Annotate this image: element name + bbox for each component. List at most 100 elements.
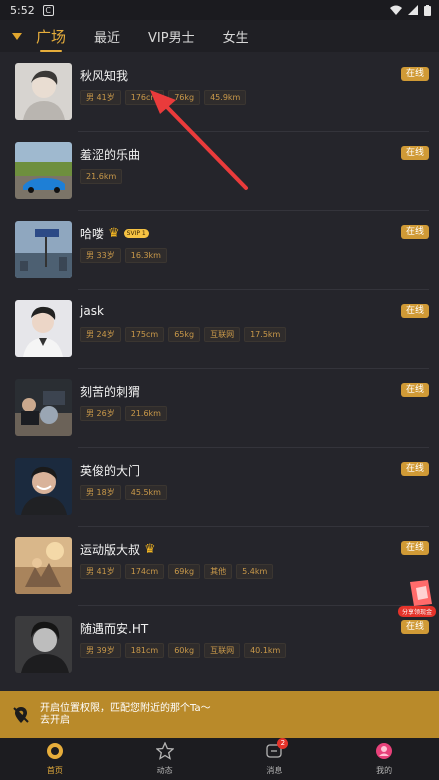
nav-messages[interactable]: 2 消息 [220, 738, 330, 780]
tag-age: 男 41岁 [80, 90, 121, 105]
user-name-row: 运动版大叔 ♛ [80, 541, 156, 558]
avatar[interactable] [15, 616, 72, 673]
location-permission-banner[interactable]: 开启位置权限，匹配您附近的那个Ta～ 去开启 [0, 691, 439, 738]
tag-age: 男 39岁 [80, 643, 121, 658]
user-tags: 21.6km [80, 169, 123, 184]
tag-weight: 76kg [168, 90, 201, 105]
user-row[interactable]: 哈喽 ♛ SVIP 1 男 33岁 16.3km 在线 [0, 210, 439, 289]
online-badge: 在线 [401, 462, 429, 476]
top-tab-bar: 广场 最近 VIP男士 女生 [0, 20, 439, 52]
tag-height: 174cm [124, 564, 165, 579]
tag-distance: 16.3km [124, 248, 167, 263]
tag-weight: 60kg [168, 643, 201, 658]
tag-height: 181cm [124, 643, 165, 658]
star-icon [155, 742, 174, 760]
tag-height: 175cm [124, 327, 165, 342]
user-name-row: 羞涩的乐曲 [80, 146, 140, 163]
tag-industry: 互联网 [204, 327, 241, 342]
user-name: 刻苦的刺猬 [80, 385, 141, 399]
vip-level-badge: SVIP 1 [123, 229, 149, 238]
tag-age: 男 26岁 [80, 406, 121, 421]
user-row[interactable]: 羞涩的乐曲 21.6km 在线 [0, 131, 439, 210]
tag-industry: 互联网 [204, 643, 241, 658]
user-row[interactable]: jask 男 24岁 175cm 65kg 互联网 17.5km 在线 [0, 289, 439, 368]
tag-height: 176cm [124, 90, 165, 105]
user-row[interactable]: 秋风知我 男 41岁 176cm 76kg 45.9km 在线 [0, 52, 439, 131]
tag-age: 男 33岁 [80, 248, 121, 263]
tag-weight: 69kg [168, 564, 201, 579]
user-name-row: 刻苦的刺猬 [80, 383, 140, 400]
tag-distance: 5.4km [236, 564, 274, 579]
signal-icon [408, 5, 418, 15]
location-banner-message: 开启位置权限，匹配您附近的那个Ta～ [40, 702, 211, 714]
location-enable-link[interactable]: 去开启 [40, 715, 211, 727]
user-name: 运动版大叔 [80, 543, 141, 557]
avatar[interactable] [15, 63, 72, 120]
tag-distance: 21.6km [80, 169, 123, 184]
tag-distance: 45.5km [124, 485, 167, 500]
tab-vip-men[interactable]: VIP男士 [148, 27, 195, 46]
status-bar: 5:52 C [0, 0, 439, 20]
user-tags: 男 33岁 16.3km [80, 248, 167, 263]
nav-profile-label: 我的 [376, 766, 393, 775]
online-badge: 在线 [401, 225, 429, 239]
avatar[interactable] [15, 221, 72, 278]
avatar[interactable] [15, 142, 72, 199]
tag-distance: 40.1km [244, 643, 287, 658]
tag-distance: 21.6km [124, 406, 167, 421]
dropdown-triangle-icon[interactable] [12, 32, 22, 40]
user-row[interactable]: 刻苦的刺猬 男 26岁 21.6km 在线 [0, 368, 439, 447]
share-cash-badge[interactable]: 分享领现金 [398, 578, 436, 618]
user-name: 羞涩的乐曲 [80, 148, 141, 162]
user-name: 哈喽 [80, 227, 105, 241]
tag-age: 男 41岁 [80, 564, 121, 579]
avatar[interactable] [15, 537, 72, 594]
online-badge: 在线 [401, 541, 429, 555]
user-name-row: 随遇而安.HT [80, 620, 148, 637]
user-name: jask [80, 304, 104, 318]
avatar[interactable] [15, 458, 72, 515]
status-time: 5:52 [10, 3, 35, 17]
wifi-icon [390, 5, 402, 15]
user-tags: 男 18岁 45.5km [80, 485, 167, 500]
crown-icon: ♛ [144, 542, 156, 557]
share-cash-label: 分享领现金 [402, 608, 432, 616]
user-row[interactable]: 运动版大叔 ♛ 男 41岁 174cm 69kg 其他 5.4km 在线 [0, 526, 439, 605]
home-icon [46, 743, 63, 759]
user-name: 秋风知我 [80, 69, 129, 83]
user-row[interactable]: 随遇而安.HT 男 39岁 181cm 60kg 互联网 40.1km 在线 [0, 605, 439, 684]
user-name-row: jask [80, 304, 104, 318]
user-row[interactable]: 英俊的大门 男 18岁 45.5km 在线 [0, 447, 439, 526]
tag-industry: 其他 [204, 564, 233, 579]
nav-feed[interactable]: 动态 [110, 738, 220, 780]
nav-messages-label: 消息 [266, 766, 283, 775]
nav-feed-label: 动态 [156, 766, 173, 775]
online-badge: 在线 [401, 620, 429, 634]
nav-profile[interactable]: 我的 [329, 738, 439, 780]
user-tags: 男 24岁 175cm 65kg 互联网 17.5km [80, 327, 287, 342]
tag-distance: 17.5km [244, 327, 287, 342]
tag-age: 男 18岁 [80, 485, 121, 500]
bottom-nav: 首页 动态 2 消息 我的 [0, 738, 439, 780]
online-badge: 在线 [401, 304, 429, 318]
online-badge: 在线 [401, 146, 429, 160]
profile-icon [376, 743, 393, 759]
app-notification-icon: C [42, 4, 54, 16]
tab-women[interactable]: 女生 [223, 27, 249, 46]
user-name-row: 英俊的大门 [80, 462, 140, 479]
user-tags: 男 39岁 181cm 60kg 互联网 40.1km [80, 643, 287, 658]
tab-recent[interactable]: 最近 [94, 27, 120, 46]
nav-home[interactable]: 首页 [0, 738, 110, 780]
tag-distance: 45.9km [204, 90, 247, 105]
online-badge: 在线 [401, 67, 429, 81]
user-name: 随遇而安.HT [80, 622, 149, 636]
avatar[interactable] [15, 300, 72, 357]
avatar[interactable] [15, 379, 72, 436]
user-list: 秋风知我 男 41岁 176cm 76kg 45.9km 在线 羞涩的乐曲 21… [0, 52, 439, 684]
tab-plaza[interactable]: 广场 [36, 26, 66, 52]
tag-weight: 65kg [168, 327, 201, 342]
user-name-row: 哈喽 ♛ SVIP 1 [80, 225, 149, 242]
crown-icon: ♛ [108, 226, 120, 241]
tag-age: 男 24岁 [80, 327, 121, 342]
unread-count-badge: 2 [277, 738, 289, 749]
